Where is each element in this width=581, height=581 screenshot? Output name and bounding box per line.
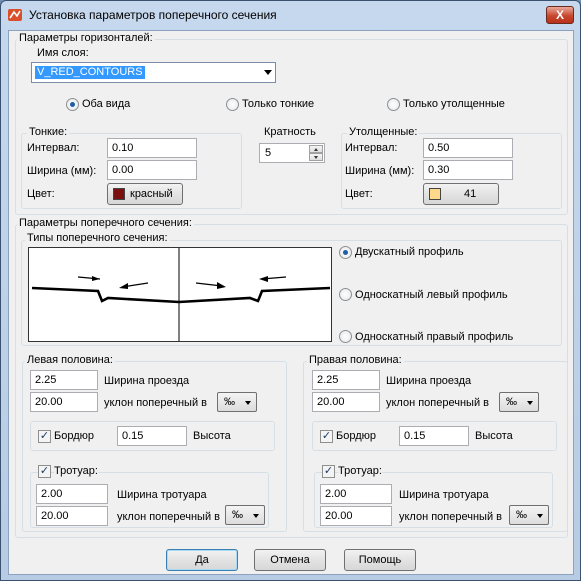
chevron-down-icon[interactable] — [264, 70, 272, 75]
cancel-button[interactable]: Отмена — [254, 549, 326, 571]
chevron-down-icon — [527, 401, 533, 405]
left-sidewalk-slope-unit-combo[interactable]: ‰ — [225, 505, 265, 525]
thin-interval-label: Интервал: — [27, 142, 80, 154]
layer-name-combo[interactable]: V_RED_CONTOURS — [31, 62, 276, 83]
dialog-client: Параметры горизонталей: Имя слоя: V_RED_… — [8, 30, 574, 575]
left-curb-input[interactable]: 0.15 — [117, 426, 187, 446]
color-swatch-icon — [113, 188, 125, 200]
left-curb-height-label: Высота — [193, 430, 231, 442]
thick-color-label: Цвет: — [345, 188, 373, 200]
multiplicity-label: Кратность — [264, 126, 316, 138]
right-slope-label: уклон поперечный в — [386, 397, 490, 409]
left-sidewalk-width-label: Ширина тротуара — [117, 489, 207, 501]
left-road-width-label: Ширина проезда — [104, 375, 190, 387]
spin-up-icon[interactable] — [309, 145, 323, 153]
thin-color-button[interactable]: красный — [107, 183, 183, 205]
layer-name-label: Имя слоя: — [37, 47, 89, 59]
left-sidewalk-label[interactable]: Тротуар: — [54, 465, 98, 477]
left-slope-input[interactable]: 20.00 — [30, 392, 98, 412]
thick-color-button-label: 41 — [464, 188, 477, 200]
thin-color-label: Цвет: — [27, 188, 55, 200]
title-bar[interactable]: Установка параметров поперечного сечения… — [1, 1, 580, 31]
left-slope-unit-value: ‰ — [224, 396, 235, 408]
right-sidewalk-width-label: Ширина тротуара — [399, 489, 489, 501]
radio-thick-only-label[interactable]: Только утолщенные — [403, 98, 505, 110]
right-slope-unit-combo[interactable]: ‰ — [499, 392, 539, 412]
left-sidewalk-width-input[interactable]: 2.00 — [36, 484, 108, 504]
radio-left-slope-profile[interactable] — [339, 288, 352, 301]
right-sidewalk-slope-label: уклон поперечный в — [399, 511, 503, 523]
left-road-width-input[interactable]: 2.25 — [30, 370, 98, 390]
chevron-down-icon — [253, 514, 259, 518]
right-curb-label[interactable]: Бордюр — [336, 430, 376, 442]
window-title: Установка параметров поперечного сечения — [29, 8, 277, 22]
thick-interval-label: Интервал: — [345, 142, 398, 154]
left-slope-label: уклон поперечный в — [104, 397, 208, 409]
right-slope-input[interactable]: 20.00 — [312, 392, 380, 412]
radio-thick-only[interactable] — [387, 98, 400, 111]
right-sidewalk-slope-unit-combo[interactable]: ‰ — [509, 505, 549, 525]
close-button[interactable]: X — [546, 6, 574, 24]
left-curb-checkbox[interactable]: ✓ — [38, 430, 51, 443]
left-sidewalk-slope-unit-value: ‰ — [232, 509, 243, 521]
thick-color-button[interactable]: 41 — [423, 183, 499, 205]
thin-color-button-label: красный — [130, 188, 173, 200]
help-button[interactable]: Помощь — [344, 549, 416, 571]
right-sidewalk-slope-input[interactable]: 20.00 — [320, 506, 392, 526]
right-half-label: Правая половина: — [307, 354, 404, 366]
section-params-label: Параметры поперечного сечения: — [17, 217, 194, 229]
chevron-down-icon — [245, 401, 251, 405]
right-sidewalk-width-input[interactable]: 2.00 — [320, 484, 392, 504]
radio-right-slope-profile[interactable] — [339, 330, 352, 343]
left-half-label: Левая половина: — [25, 354, 115, 366]
color-swatch-icon — [429, 188, 441, 200]
right-road-width-label: Ширина проезда — [386, 375, 472, 387]
radio-left-slope-profile-label[interactable]: Односкатный левый профиль — [355, 289, 508, 301]
radio-thin-only-label[interactable]: Только тонкие — [242, 98, 314, 110]
right-curb-input[interactable]: 0.15 — [399, 426, 469, 446]
thin-width-input[interactable]: 0.00 — [107, 160, 197, 180]
section-types-label: Типы поперечного сечения: — [25, 232, 170, 244]
right-slope-unit-value: ‰ — [506, 396, 517, 408]
right-road-width-input[interactable]: 2.25 — [312, 370, 380, 390]
left-slope-unit-combo[interactable]: ‰ — [217, 392, 257, 412]
thick-interval-input[interactable]: 0.50 — [423, 138, 513, 158]
left-sidewalk-slope-input[interactable]: 20.00 — [36, 506, 108, 526]
thin-label: Тонкие: — [27, 126, 70, 138]
thick-label: Утолщенные: — [347, 126, 420, 138]
thick-width-label: Ширина (мм): — [345, 165, 415, 177]
left-sidewalk-checkbox[interactable]: ✓ — [38, 465, 51, 478]
right-sidewalk-label[interactable]: Тротуар: — [338, 465, 382, 477]
chevron-down-icon — [537, 514, 543, 518]
layer-name-value: V_RED_CONTOURS — [35, 66, 145, 79]
thick-width-input[interactable]: 0.30 — [423, 160, 513, 180]
radio-right-slope-profile-label[interactable]: Односкатный правый профиль — [355, 331, 513, 343]
spin-down-icon[interactable] — [309, 153, 323, 161]
contour-params-label: Параметры горизонталей: — [17, 32, 155, 44]
radio-both-views[interactable] — [66, 98, 79, 111]
radio-thin-only[interactable] — [226, 98, 239, 111]
left-curb-label[interactable]: Бордюр — [54, 430, 94, 442]
right-sidewalk-slope-unit-value: ‰ — [516, 509, 527, 521]
radio-gable-profile-label[interactable]: Двускатный профиль — [355, 246, 464, 258]
ok-button[interactable]: Да — [166, 549, 238, 571]
dialog-window: Установка параметров поперечного сечения… — [0, 0, 581, 581]
radio-gable-profile[interactable] — [339, 246, 352, 259]
thin-interval-input[interactable]: 0.10 — [107, 138, 197, 158]
section-preview — [28, 247, 332, 342]
right-curb-height-label: Высота — [475, 430, 513, 442]
multiplicity-value: 5 — [265, 147, 272, 159]
thin-width-label: Ширина (мм): — [27, 165, 97, 177]
app-icon — [8, 9, 22, 21]
multiplicity-spinner[interactable]: 5 — [259, 143, 325, 163]
left-sidewalk-slope-label: уклон поперечный в — [117, 511, 221, 523]
radio-both-views-label[interactable]: Оба вида — [82, 98, 130, 110]
right-sidewalk-checkbox[interactable]: ✓ — [322, 465, 335, 478]
right-curb-checkbox[interactable]: ✓ — [320, 430, 333, 443]
